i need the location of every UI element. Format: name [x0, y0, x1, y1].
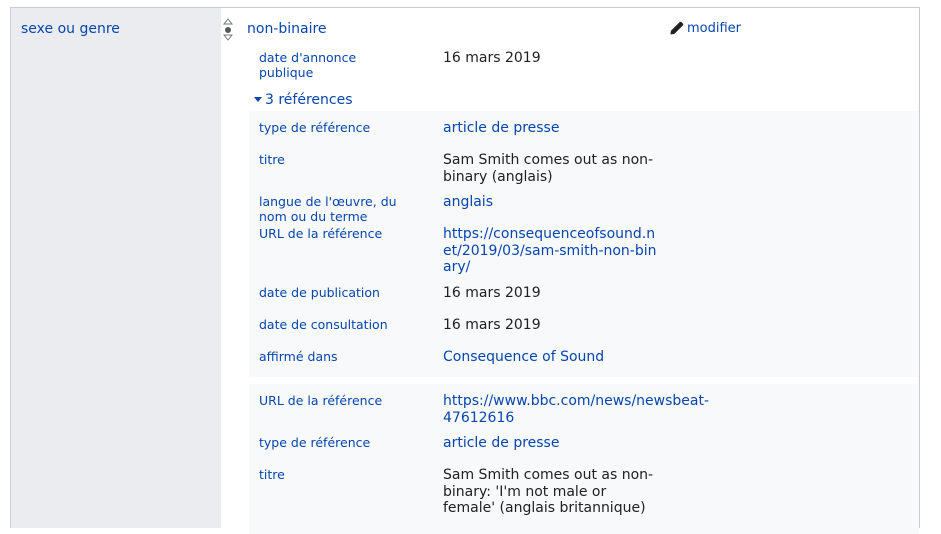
- qualifier-label[interactable]: date d'annonce publique: [259, 50, 409, 80]
- reference-value: Sam Smith comes out as non-binary: 'I'm …: [443, 467, 654, 516]
- reference-label[interactable]: titre: [259, 152, 409, 167]
- reference-value[interactable]: Consequence of Sound: [443, 349, 659, 366]
- property-label[interactable]: sexe ou genre: [21, 21, 120, 37]
- reference-label[interactable]: affirmé dans: [259, 349, 409, 364]
- reference-value: 16 mars 2019: [443, 285, 541, 301]
- reference-value[interactable]: article de presse: [443, 435, 659, 452]
- reference-url-link[interactable]: https://www.bbc.com/news/newsbeat-476126…: [443, 393, 709, 426]
- reference-value[interactable]: anglais: [443, 194, 659, 211]
- references-toggle[interactable]: 3 références: [254, 92, 353, 108]
- reference-value: Sam Smith comes out as non-binary (angla…: [443, 152, 654, 185]
- statement-value[interactable]: non-binaire: [247, 21, 327, 37]
- reference-label[interactable]: titre: [259, 467, 409, 482]
- triangle-down-icon: [254, 97, 262, 102]
- reference-label[interactable]: type de référence: [259, 435, 409, 450]
- references-toggle-label: 3 références: [265, 92, 353, 108]
- property-column: sexe ou genre: [11, 8, 221, 528]
- edit-label: modifier: [687, 21, 742, 36]
- reference-label[interactable]: URL de la référence: [259, 393, 409, 408]
- reference-url-link[interactable]: https://consequenceofsound.net/2019/03/s…: [443, 226, 659, 276]
- reference-label[interactable]: type de référence: [259, 120, 409, 135]
- pencil-icon: [670, 21, 684, 35]
- reference-label[interactable]: date de publication: [259, 285, 409, 300]
- reference-value[interactable]: article de presse: [443, 120, 659, 137]
- qualifier-value: 16 mars 2019: [443, 50, 541, 66]
- edit-button[interactable]: modifier: [669, 21, 741, 36]
- reference-label[interactable]: langue de l'œuvre, du nom ou du terme: [259, 194, 409, 224]
- statement-group: sexe ou genre non-binaire modifier date …: [10, 7, 920, 534]
- rank-selector-icon[interactable]: [222, 18, 234, 42]
- reference-value: 16 mars 2019: [443, 317, 541, 333]
- reference-label[interactable]: URL de la référence: [259, 226, 409, 241]
- reference-label[interactable]: date de consultation: [259, 317, 409, 332]
